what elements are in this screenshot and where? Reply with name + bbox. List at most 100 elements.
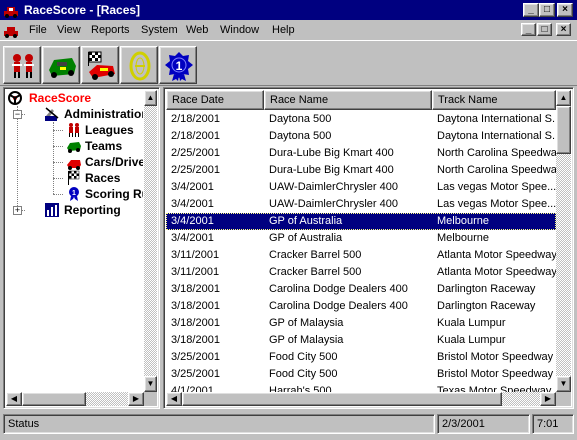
column-header-race-date[interactable]: Race Date <box>166 90 264 110</box>
tree-label-racescore: RaceScore <box>29 91 92 105</box>
table-cell: 2/25/2001 <box>171 147 220 159</box>
toolbar-drivers-button[interactable] <box>3 46 41 84</box>
table-cell: 3/11/2001 <box>171 249 220 261</box>
table-cell: Bristol Motor Speedway <box>437 351 554 363</box>
menu-reports[interactable]: Reports <box>91 24 130 36</box>
table-cell: Las vegas Motor Spee... <box>437 198 556 210</box>
table-row[interactable]: 3/25/2001 Food City 500 Bristol Motor Spee… <box>166 349 556 366</box>
maximize-button[interactable]: □ <box>539 3 555 17</box>
menu-view[interactable]: View <box>57 24 81 36</box>
table-cell: GP of Australia <box>269 232 343 244</box>
tree-scroll-right-button[interactable]: ▶ <box>128 392 144 406</box>
races-grid: Race Date Race Name Track Name 2/18/2001… <box>163 87 574 409</box>
table-cell: GP of Malaysia <box>269 317 344 329</box>
toolbar-results-button[interactable]: 1 <box>159 46 197 84</box>
grid-scroll-left-button[interactable]: ◀ <box>166 392 182 406</box>
tree-vertical-scrollbar[interactable]: ▲ ▼ <box>144 90 157 392</box>
drivers-icon <box>12 54 34 78</box>
table-cell: Kuala Lumpur <box>437 317 506 329</box>
table-row[interactable]: 2/18/2001 Daytona 500 Daytona Internationa… <box>166 128 556 145</box>
child-close-button[interactable]: × <box>556 23 571 36</box>
table-cell: Daytona International S... <box>437 130 556 142</box>
table-cell: 3/18/2001 <box>171 334 220 346</box>
table-row[interactable]: 2/25/2001 Dura-Lube Big Kmart 400 North Ca… <box>166 162 556 179</box>
administration-icon <box>45 107 59 121</box>
table-row[interactable]: 3/4/2001 GP of Australia Melbourne <box>166 230 556 247</box>
table-cell: Cracker Barrel 500 <box>269 249 362 261</box>
table-row[interactable]: 2/25/2001 Dura-Lube Big Kmart 400 North Ca… <box>166 145 556 162</box>
teams-icon <box>67 142 81 153</box>
table-cell: Dura-Lube Big Kmart 400 <box>269 147 394 159</box>
table-cell: Las vegas Motor Spee... <box>437 181 556 193</box>
table-row[interactable]: 3/18/2001 GP of Malaysia Kuala Lumpur <box>166 332 556 349</box>
table-cell: Darlington Raceway <box>437 283 536 295</box>
tree-scroll-down-button[interactable]: ▼ <box>144 376 157 392</box>
table-cell: Food City 500 <box>269 368 338 380</box>
table-cell: 3/4/2001 <box>171 198 214 210</box>
table-row[interactable]: 4/1/2001 Harrah's 500 Texas Motor Speedway <box>166 383 556 392</box>
tree-label-races: Races <box>85 171 121 185</box>
toolbar: 1 <box>0 40 577 86</box>
table-row[interactable]: 2/18/2001 Daytona 500 Daytona Internationa… <box>166 111 556 128</box>
menu-system[interactable]: System <box>141 24 178 36</box>
grid-horizontal-scrollbar[interactable]: ◀ ▶ <box>166 392 556 406</box>
table-cell: Atlanta Motor Speedway <box>437 249 556 261</box>
column-header-race-name[interactable]: Race Name <box>264 90 432 110</box>
expand-reporting-toggle[interactable]: + <box>13 206 22 215</box>
menu-help[interactable]: Help <box>272 24 295 36</box>
app-icon[interactable] <box>3 2 19 18</box>
tree-scroll-up-button[interactable]: ▲ <box>144 90 157 106</box>
table-row[interactable]: 3/18/2001 Carolina Dodge Dealers 400 Darli… <box>166 281 556 298</box>
mdi-child-icon[interactable] <box>3 22 19 38</box>
table-cell: Daytona International S... <box>437 113 556 125</box>
table-cell: 3/25/2001 <box>171 368 220 380</box>
table-row[interactable]: 3/4/2001 GP of Australia Melbourne <box>166 213 556 230</box>
tree-label-teams: Teams <box>85 139 123 153</box>
table-row[interactable]: 3/11/2001 Cracker Barrel 500 Atlanta Motor… <box>166 247 556 264</box>
toolbar-race-button[interactable] <box>81 46 119 84</box>
child-minimize-button[interactable]: _ <box>521 23 536 36</box>
ribbon-first-place-icon: 1 <box>165 52 193 81</box>
tree-label-scoring-rules: Scoring Rules <box>85 187 143 201</box>
status-date: 2/3/2001 <box>437 414 530 434</box>
toolbar-tracks-button[interactable] <box>120 46 158 84</box>
grid-scroll-up-button[interactable]: ▲ <box>556 90 571 106</box>
table-row[interactable]: 3/18/2001 Carolina Dodge Dealers 400 Darli… <box>166 298 556 315</box>
table-row[interactable]: 3/18/2001 GP of Malaysia Kuala Lumpur <box>166 315 556 332</box>
menu-web[interactable]: Web <box>186 24 208 36</box>
table-cell: 3/4/2001 <box>171 181 214 193</box>
table-cell: 3/4/2001 <box>171 232 214 244</box>
menu-file[interactable]: File <box>29 24 47 36</box>
minimize-button[interactable]: _ <box>523 3 539 17</box>
table-cell: 3/11/2001 <box>171 266 220 278</box>
close-button[interactable]: × <box>557 3 573 17</box>
collapse-administration-toggle[interactable]: − <box>13 110 22 119</box>
tree-scroll-left-button[interactable]: ◀ <box>6 392 22 406</box>
table-row[interactable]: 3/11/2001 Cracker Barrel 500 Atlanta Motor… <box>166 264 556 281</box>
table-cell: Daytona 500 <box>269 113 332 125</box>
tree-horizontal-scrollbar[interactable]: ◀ ▶ <box>6 392 144 406</box>
table-cell: North Carolina Speedway <box>437 164 556 176</box>
table-cell: Kuala Lumpur <box>437 334 506 346</box>
table-row[interactable]: 3/25/2001 Food City 500 Bristol Motor Spee… <box>166 366 556 383</box>
child-restore-button[interactable]: □ <box>537 23 552 36</box>
table-cell: Harrah's 500 <box>269 385 332 392</box>
menu-window[interactable]: Window <box>220 24 259 36</box>
grid-vertical-scroll-thumb[interactable] <box>556 106 571 154</box>
table-cell: 3/18/2001 <box>171 300 220 312</box>
table-row[interactable]: 3/4/2001 UAW-DaimlerChrysler 400 Las vegas… <box>166 179 556 196</box>
status-text: Status <box>3 414 435 434</box>
table-cell: 3/4/2001 <box>171 215 214 227</box>
grid-scroll-down-button[interactable]: ▼ <box>556 376 571 392</box>
column-header-track-name[interactable]: Track Name <box>432 90 556 110</box>
tree-label-cars-drivers: Cars/Drivers <box>85 155 143 169</box>
grid-scroll-right-button[interactable]: ▶ <box>540 392 556 406</box>
grid-vertical-scrollbar[interactable]: ▲ ▼ <box>556 90 571 392</box>
tree-label-reporting: Reporting <box>64 203 121 217</box>
status-bar: Status 2/3/2001 7:01 <box>0 410 577 440</box>
grid-horizontal-scroll-thumb[interactable] <box>182 392 502 406</box>
table-row[interactable]: 3/4/2001 UAW-DaimlerChrysler 400 Las vegas… <box>166 196 556 213</box>
title-bar[interactable]: RaceScore - [Races] _ □ × <box>0 0 577 20</box>
toolbar-cars-button[interactable] <box>42 46 80 84</box>
tree-horizontal-scroll-thumb[interactable] <box>22 392 86 406</box>
